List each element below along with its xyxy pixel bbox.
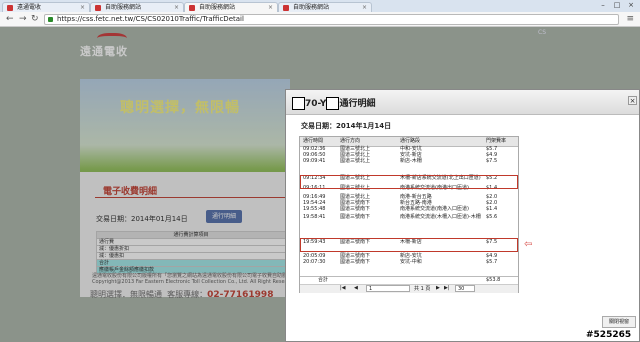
cell-fee: $7.5: [486, 158, 498, 164]
tab-close-icon[interactable]: ×: [174, 3, 179, 12]
cell-segment: 南港系統交流道(南港入口匝道): [400, 206, 469, 212]
favicon-icon: [283, 5, 289, 11]
cell-time: 09:09:41: [303, 158, 326, 164]
highlight-box: [300, 175, 518, 189]
cell-fee: $5.6: [486, 214, 498, 220]
browser-tab-2[interactable]: 自助服務網站 ×: [90, 2, 184, 12]
favicon-icon: [189, 5, 195, 11]
modal-date: 交易日期：2014年1月14日: [301, 122, 392, 130]
total-value: $53.8: [486, 277, 501, 283]
detail-modal: 70-Y 通行明細 × 交易日期：2014年1月14日 通行時間 通行方向 通行路…: [285, 89, 640, 342]
pager: |◀ ◀ 1 共 1 頁 ▶ ▶| 30: [300, 284, 518, 293]
back-icon[interactable]: ←: [6, 14, 14, 25]
col-header-direction[interactable]: 通行方向: [340, 138, 360, 145]
table-row: 09:09:41 國道三號北上 新店-木柵 $7.5: [300, 158, 518, 166]
cell-fee: $5.7: [486, 259, 498, 265]
tab-title: 自助服務網站: [293, 4, 330, 11]
table-row: 19:58:41 國道三號南下 南港系統交流道(木柵入口匝道)-木柵 $5.6: [300, 214, 518, 222]
cell-segment: 新店-木柵: [400, 158, 422, 164]
cell-time: 19:55:48: [303, 206, 326, 212]
total-label: 合計: [318, 277, 329, 283]
cell-direction: 國道三號南下: [340, 206, 371, 212]
forward-icon[interactable]: →: [19, 14, 27, 25]
browser-tab-3[interactable]: 自助服務網站 ×: [184, 2, 278, 12]
close-window-icon[interactable]: ×: [624, 0, 638, 10]
page-size-select[interactable]: 30: [455, 285, 475, 292]
highlight-box: [300, 238, 518, 252]
plate-number: 70-Y: [305, 99, 327, 109]
page-input[interactable]: 1: [366, 285, 410, 292]
close-icon[interactable]: ×: [628, 96, 637, 105]
cell-direction: 國道三號南下: [340, 214, 371, 220]
tab-strip: 遠通電收 × 自助服務網站 × 自助服務網站 × 自助服務網站 × – □ ×: [0, 0, 640, 12]
browser-tab-4[interactable]: 自助服務網站 ×: [278, 2, 372, 12]
modal-title-text: 通行明細: [339, 99, 376, 109]
tab-close-icon[interactable]: ×: [268, 3, 273, 12]
total-row: 合計 $53.8: [300, 276, 518, 284]
reload-icon[interactable]: ↻: [31, 14, 39, 25]
cell-direction: 國道三號南下: [340, 259, 371, 265]
menu-icon[interactable]: ≡: [626, 14, 634, 24]
tab-close-icon[interactable]: ×: [362, 3, 367, 12]
close-window-button[interactable]: 關閉視窗: [602, 316, 636, 328]
cell-direction: 國道三號北上: [340, 158, 371, 164]
redaction-box: [326, 97, 340, 110]
tab-title: 遠通電收: [17, 4, 42, 11]
col-header-time[interactable]: 通行時間: [303, 138, 323, 145]
redaction-box: [292, 97, 305, 110]
page-count: 共 1 頁: [414, 286, 431, 292]
last-page-icon[interactable]: ▶|: [444, 285, 450, 291]
col-header-fee[interactable]: 門架費率: [486, 138, 506, 145]
lock-icon: [48, 17, 53, 22]
detail-grid: 通行時間 通行方向 通行路段 門架費率 09:02:36 國道三號北上 中和-安坑 $…: [299, 136, 519, 293]
prev-page-icon[interactable]: ◀: [354, 285, 358, 291]
pointer-arrow-icon: ⇦: [524, 239, 533, 250]
cell-fee: $1.4: [486, 206, 498, 212]
tab-close-icon[interactable]: ×: [80, 3, 85, 12]
col-header-segment[interactable]: 通行路段: [400, 138, 420, 145]
tab-title: 自助服務網站: [105, 4, 142, 11]
browser-tab-1[interactable]: 遠通電收 ×: [2, 2, 90, 12]
modal-header: 70-Y 通行明細 ×: [286, 90, 639, 115]
favicon-icon: [7, 5, 13, 11]
modal-title: 70-Y 通行明細: [292, 96, 375, 110]
cell-segment: 南港系統交流道(木柵入口匝道)-木柵: [400, 214, 481, 220]
cell-time: 19:58:41: [303, 214, 326, 220]
minimize-icon[interactable]: –: [596, 0, 610, 10]
cell-time: 20:07:30: [303, 259, 326, 265]
cell-segment: 安坑-中和: [400, 259, 422, 265]
first-page-icon[interactable]: |◀: [340, 285, 346, 291]
maximize-icon[interactable]: □: [610, 0, 624, 10]
url-text: https://css.fetc.net.tw/CS/CS02010Traffi…: [57, 15, 244, 23]
address-bar-row: ← → ↻ https://css.fetc.net.tw/CS/CS02010…: [0, 12, 640, 27]
table-row: 19:55:48 國道三號南下 南港系統交流道(南港入口匝道) $1.4: [300, 206, 518, 214]
table-row: 20:07:30 國道三號南下 安坑-中和 $5.7: [300, 259, 518, 267]
favicon-icon: [95, 5, 101, 11]
watermark-text: #525265: [586, 330, 632, 340]
next-page-icon[interactable]: ▶: [436, 285, 440, 291]
url-field[interactable]: https://css.fetc.net.tw/CS/CS02010Traffi…: [44, 14, 619, 25]
tab-title: 自助服務網站: [199, 4, 236, 11]
